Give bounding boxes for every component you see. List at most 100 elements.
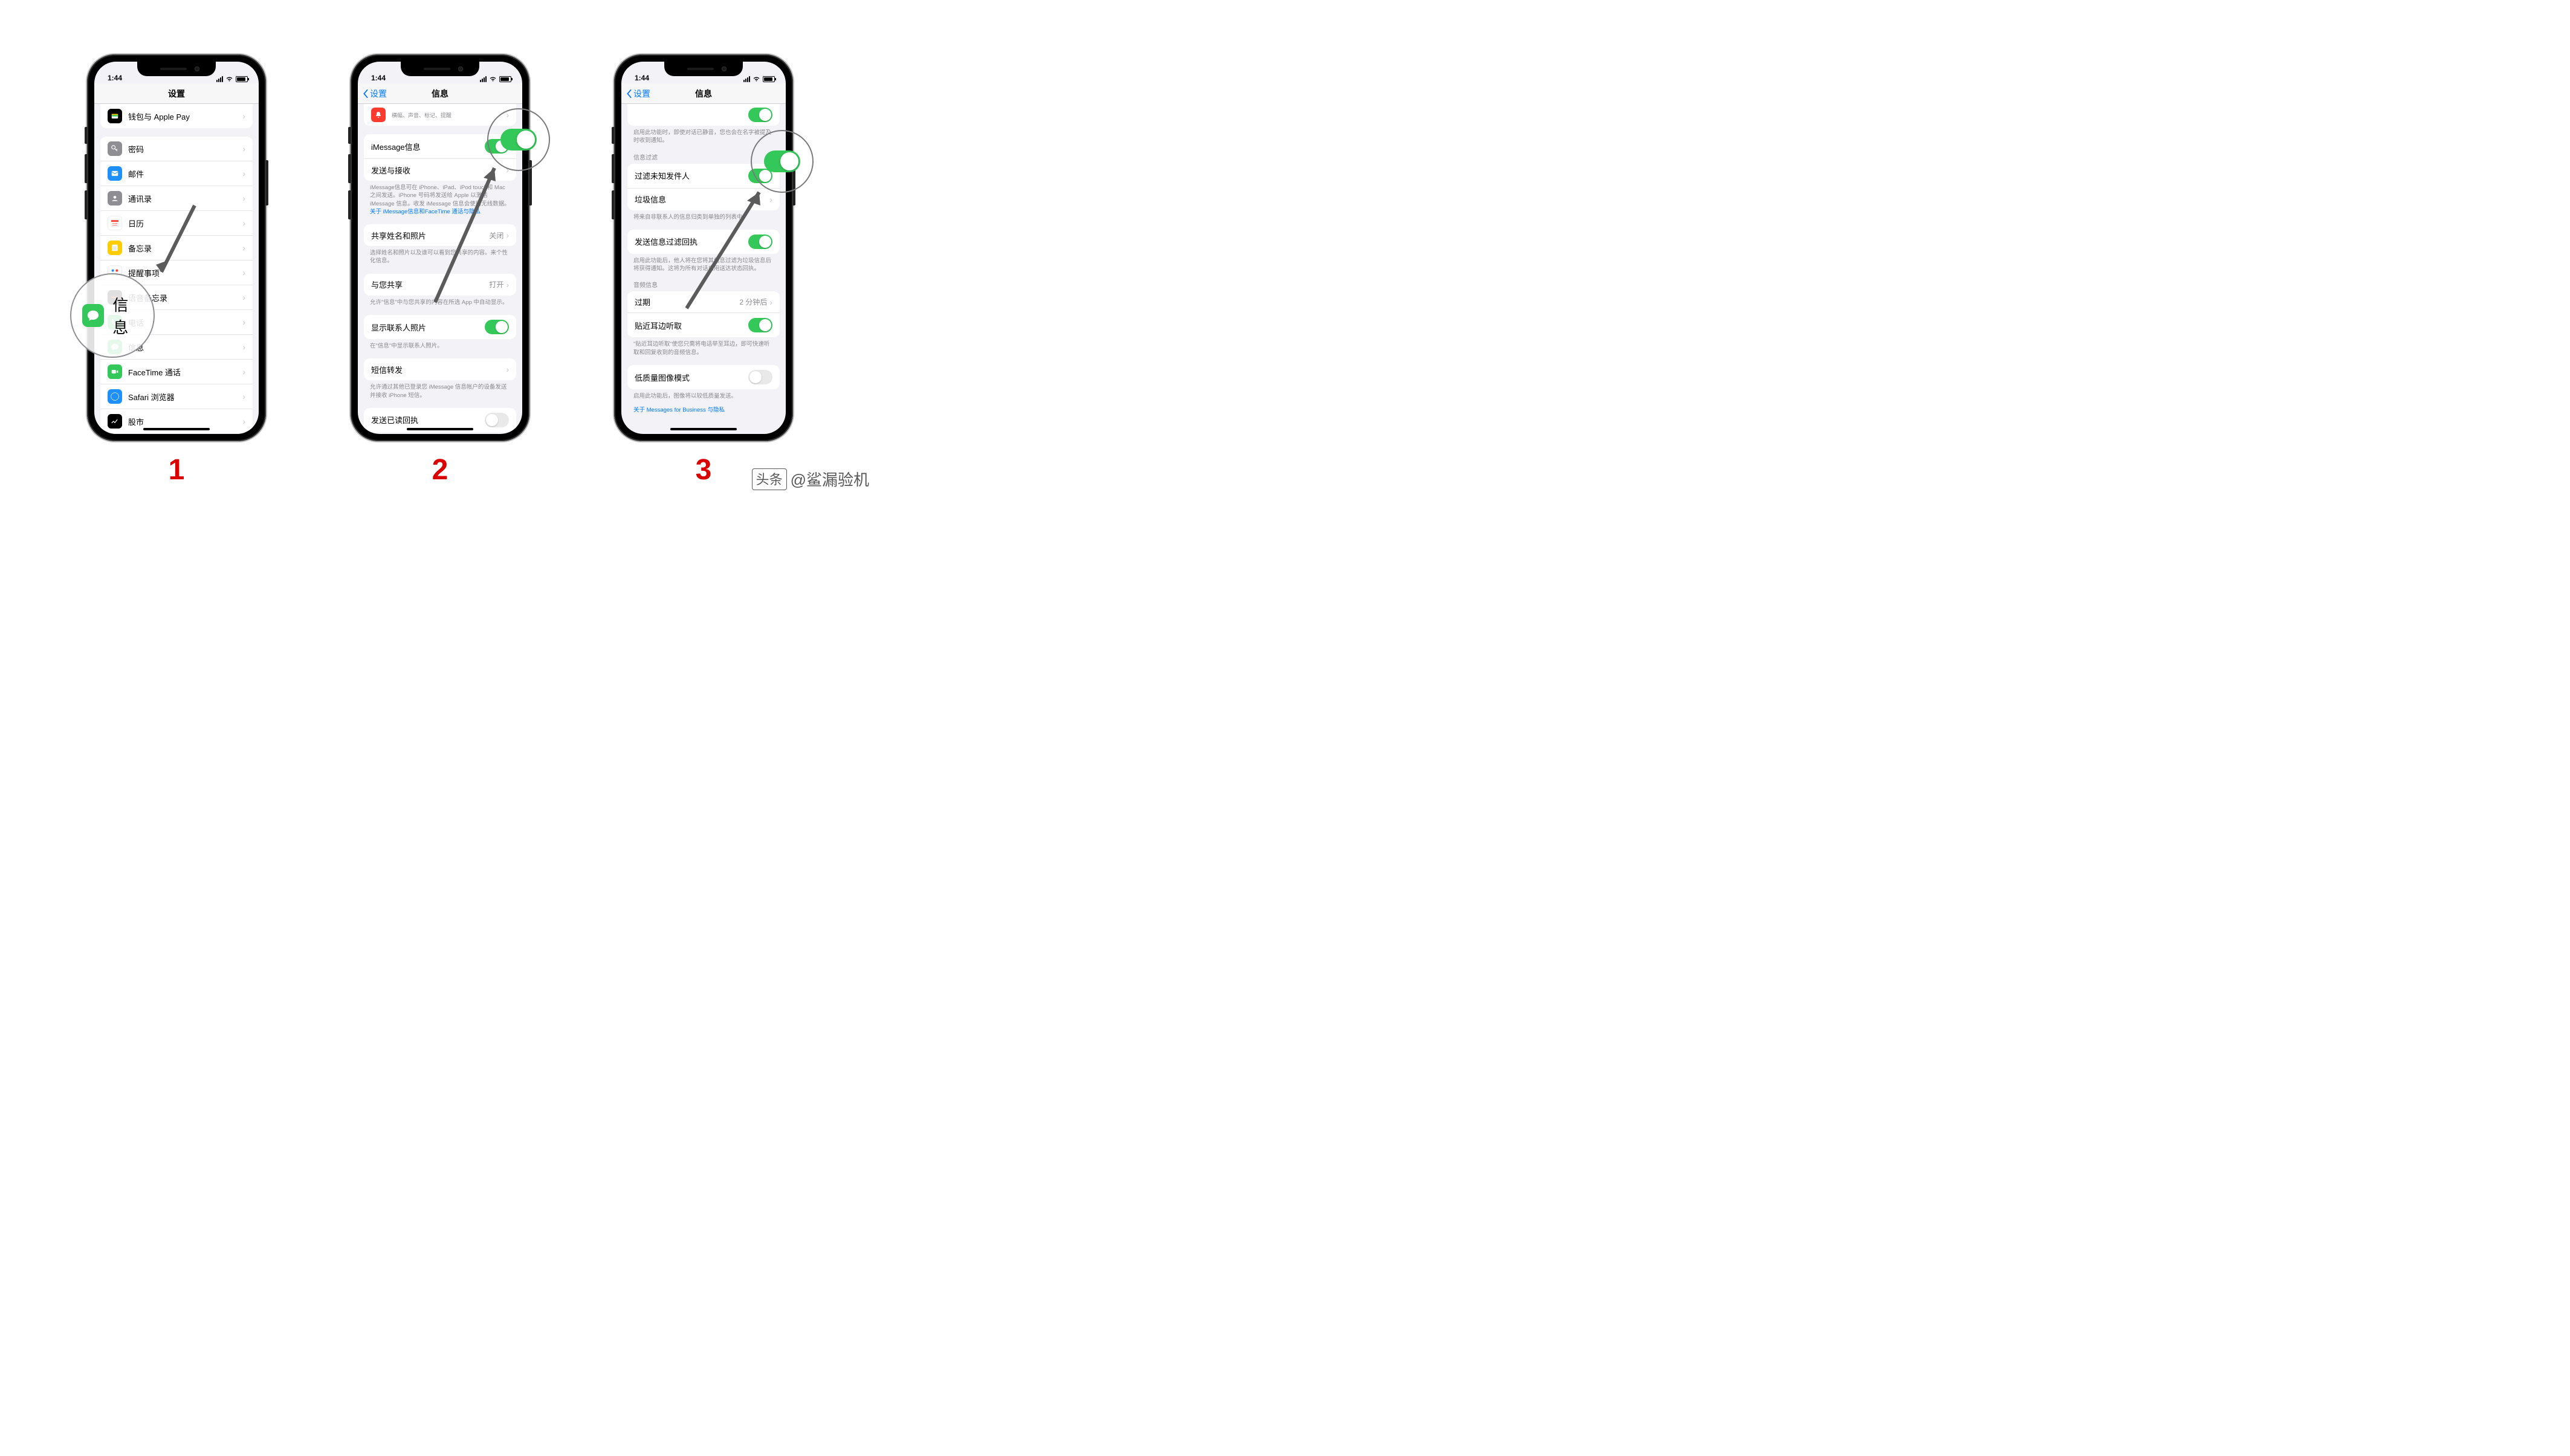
toggle-magnified — [764, 150, 800, 172]
back-label: 设置 — [633, 88, 650, 100]
chevron-right-icon: › — [242, 111, 245, 121]
stocks-icon — [108, 414, 122, 429]
send-receive-row[interactable]: 发送与接收 › — [364, 159, 516, 181]
battery-icon — [499, 76, 511, 82]
cellular-icon — [216, 76, 223, 82]
messages-icon — [82, 304, 104, 327]
business-privacy-link[interactable]: 关于 Messages for Business 与隐私 — [633, 407, 725, 413]
row-label: Safari 浏览器 — [128, 391, 242, 403]
chevron-right-icon: › — [242, 342, 245, 352]
settings-row-calendar[interactable]: 日历› — [100, 211, 253, 236]
step-number: 1 — [169, 453, 185, 487]
back-button[interactable]: 设置 — [363, 88, 387, 100]
expire-row[interactable]: 过期 2 分钟后 › — [627, 291, 780, 313]
safari-icon — [108, 389, 122, 404]
phone-1: 1:44 设置 — [87, 54, 266, 441]
shared-with-you-row[interactable]: 与您共享 打开 › — [364, 274, 516, 296]
footer-text: 将来自非联系人的信息归类到单独的列表中。 — [621, 210, 786, 221]
settings-row-mail[interactable]: 邮件› — [100, 161, 253, 186]
chevron-right-icon: › — [769, 195, 772, 204]
mention-row: x — [627, 104, 780, 126]
notes-icon — [108, 241, 122, 255]
magnify-label: 信息 — [112, 293, 143, 338]
row-label: 信息 — [128, 341, 242, 353]
chevron-right-icon: › — [242, 268, 245, 277]
chevron-right-icon: › — [506, 364, 509, 374]
raise-listen-toggle[interactable] — [748, 318, 772, 332]
row-label: 贴近耳边听取 — [635, 320, 748, 331]
nav-title: 信息 — [432, 88, 448, 100]
notification-icon — [371, 108, 386, 122]
footer-text: 允许"信息"中与您共享的内容在所选 App 中自动显示。 — [358, 296, 522, 306]
step-number: 3 — [696, 453, 712, 487]
row-label: 股市 — [128, 416, 242, 427]
row-label: 过滤未知发件人 — [635, 170, 748, 181]
calendar-icon — [108, 216, 122, 230]
sms-forward-row[interactable]: 短信转发 › — [364, 358, 516, 380]
row-label: 备忘录 — [128, 242, 242, 254]
row-value: 关闭 — [489, 230, 503, 241]
chevron-right-icon: › — [242, 367, 245, 377]
junk-row[interactable]: 垃圾信息 › — [627, 189, 780, 210]
chevron-right-icon: › — [242, 416, 245, 426]
mail-icon — [108, 166, 122, 181]
settings-row-key[interactable]: 密码› — [100, 137, 253, 161]
magnify-circle — [751, 130, 814, 193]
chevron-right-icon: › — [242, 392, 245, 401]
status-time: 1:44 — [371, 74, 386, 82]
settings-row-facetime[interactable]: FaceTime 通话› — [100, 360, 253, 384]
row-label: 邮件 — [128, 168, 242, 180]
wifi-icon — [489, 76, 497, 82]
chevron-right-icon: › — [242, 317, 245, 327]
chevron-right-icon: › — [242, 293, 245, 302]
phone-3: 1:44 设置 信息 — [614, 54, 793, 441]
chevron-right-icon: › — [769, 297, 772, 307]
status-time: 1:44 — [635, 74, 649, 82]
home-indicator — [407, 428, 473, 430]
row-label: 横幅、声音、标记、提醒 — [392, 111, 506, 119]
mention-toggle[interactable] — [748, 108, 772, 122]
read-receipt-toggle[interactable] — [485, 413, 509, 427]
settings-row-wallet[interactable]: 钱包与 Apple Pay › — [100, 104, 253, 128]
show-contact-toggle[interactable] — [485, 320, 509, 334]
share-name-row[interactable]: 共享姓名和照片 关闭 › — [364, 224, 516, 246]
row-label: FaceTime 通话 — [128, 366, 242, 378]
back-button[interactable]: 设置 — [626, 88, 650, 100]
filter-receipt-toggle[interactable] — [748, 235, 772, 249]
chevron-right-icon: › — [242, 218, 245, 228]
row-label: 低质量图像模式 — [635, 372, 748, 383]
row-label: 钱包与 Apple Pay — [128, 111, 242, 122]
chevron-right-icon: › — [242, 144, 245, 154]
footer-text: 启用此功能后，他人将在您将其信息过滤为垃圾信息后将获得通知。这将为所有对话启用送… — [621, 254, 786, 273]
row-label: 与您共享 — [371, 279, 489, 290]
low-quality-toggle[interactable] — [748, 370, 772, 384]
back-label: 设置 — [370, 88, 387, 100]
watermark-logo: 头条 — [752, 468, 787, 490]
settings-row-safari[interactable]: Safari 浏览器› — [100, 384, 253, 409]
row-label: 显示联系人照片 — [371, 322, 485, 333]
battery-icon — [763, 76, 775, 82]
cellular-icon — [480, 76, 487, 82]
row-label: 通讯录 — [128, 193, 242, 204]
nav-bar: 设置 信息 — [621, 83, 786, 104]
notch — [664, 62, 743, 76]
show-contact-photo-row: 显示联系人照片 — [364, 315, 516, 339]
chevron-right-icon: › — [506, 230, 509, 240]
footer-text: 启用此功能后，图像将以较低质量发送。 — [621, 389, 786, 400]
row-value: 打开 — [489, 279, 503, 290]
settings-row-notes[interactable]: 备忘录› — [100, 236, 253, 260]
nav-bar: 设置 — [94, 83, 259, 104]
facetime-icon — [108, 364, 122, 379]
watermark-text: @鲨漏验机 — [791, 468, 869, 490]
settings-row-contacts[interactable]: 通讯录› — [100, 186, 253, 211]
contacts-icon — [108, 191, 122, 205]
row-value: 2 分钟后 — [739, 297, 767, 307]
nav-title: 设置 — [168, 88, 185, 100]
chevron-right-icon: › — [242, 193, 245, 203]
imessage-privacy-link[interactable]: 关于 iMessage信息和FaceTime 通话与隐私 — [370, 209, 481, 215]
status-time: 1:44 — [108, 74, 122, 82]
home-indicator — [670, 428, 737, 430]
wallet-icon — [108, 109, 122, 123]
key-icon — [108, 141, 122, 156]
row-label: 密码 — [128, 143, 242, 155]
